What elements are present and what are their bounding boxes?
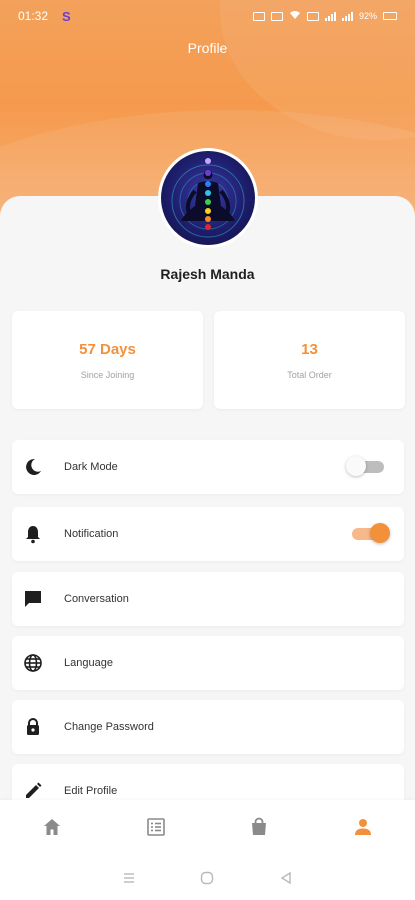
menu-item-label: Notification — [64, 528, 119, 540]
menu-item-label: Change Password — [64, 721, 154, 733]
user-name: Rajesh Manda — [160, 266, 255, 282]
menu-item-label: Language — [64, 657, 113, 669]
stat-value: 57 Days — [79, 341, 136, 358]
sim-icon — [306, 11, 319, 21]
signal-icon — [324, 11, 336, 21]
menu-item-conversation[interactable]: Conversation — [12, 572, 404, 626]
nav-orders[interactable] — [126, 809, 186, 849]
data-saver-icon — [252, 11, 265, 21]
page-title: Profile — [187, 40, 228, 56]
bell-icon — [22, 523, 44, 545]
stat-card-days: 57 Days Since Joining — [12, 311, 203, 409]
menu-item-label: Edit Profile — [64, 785, 118, 797]
person-icon — [353, 817, 373, 842]
volte-icon — [270, 11, 283, 21]
toggle-knob — [346, 456, 366, 476]
menu-item-label: Dark Mode — [64, 461, 118, 473]
lock-icon — [22, 716, 44, 738]
menu-item-notification[interactable]: Notification — [12, 507, 404, 561]
app-notification-indicator: S — [62, 8, 71, 24]
status-bar: 01:32 S 92% — [0, 0, 415, 32]
battery-percent: 92% — [358, 11, 377, 21]
wifi-icon — [289, 10, 301, 22]
stat-card-orders: 13 Total Order — [214, 311, 405, 409]
dark-mode-toggle[interactable] — [346, 456, 384, 476]
status-time: 01:32 — [18, 9, 49, 23]
orders-list-icon — [146, 817, 166, 842]
moon-icon — [22, 456, 44, 478]
home-button-icon[interactable] — [200, 871, 214, 888]
system-navigation-bar — [0, 858, 415, 900]
signal-icon — [341, 11, 353, 21]
menu-item-label: Conversation — [64, 593, 129, 605]
recents-icon[interactable] — [122, 871, 136, 888]
stat-label: Since Joining — [80, 370, 135, 380]
avatar[interactable] — [158, 148, 258, 248]
status-icons: 92% — [252, 10, 397, 22]
nav-cart[interactable] — [229, 809, 289, 849]
nav-home[interactable] — [22, 809, 82, 849]
battery-icon — [383, 12, 397, 20]
nav-profile[interactable] — [333, 809, 393, 849]
menu-item-language[interactable]: Language — [12, 636, 404, 690]
back-icon[interactable] — [279, 871, 293, 888]
toggle-knob — [370, 523, 390, 543]
menu-item-change-password[interactable]: Change Password — [12, 700, 404, 754]
menu-item-dark-mode[interactable]: Dark Mode — [12, 440, 404, 494]
chat-icon — [22, 588, 44, 610]
stat-value: 13 — [301, 341, 318, 358]
stat-label: Total Order — [287, 370, 332, 380]
globe-icon — [22, 652, 44, 674]
shopping-bag-icon — [249, 817, 269, 842]
avatar-image — [161, 151, 255, 245]
home-icon — [42, 817, 62, 842]
notification-toggle[interactable] — [352, 523, 390, 543]
bottom-navigation — [0, 800, 415, 858]
pencil-icon — [22, 780, 44, 802]
